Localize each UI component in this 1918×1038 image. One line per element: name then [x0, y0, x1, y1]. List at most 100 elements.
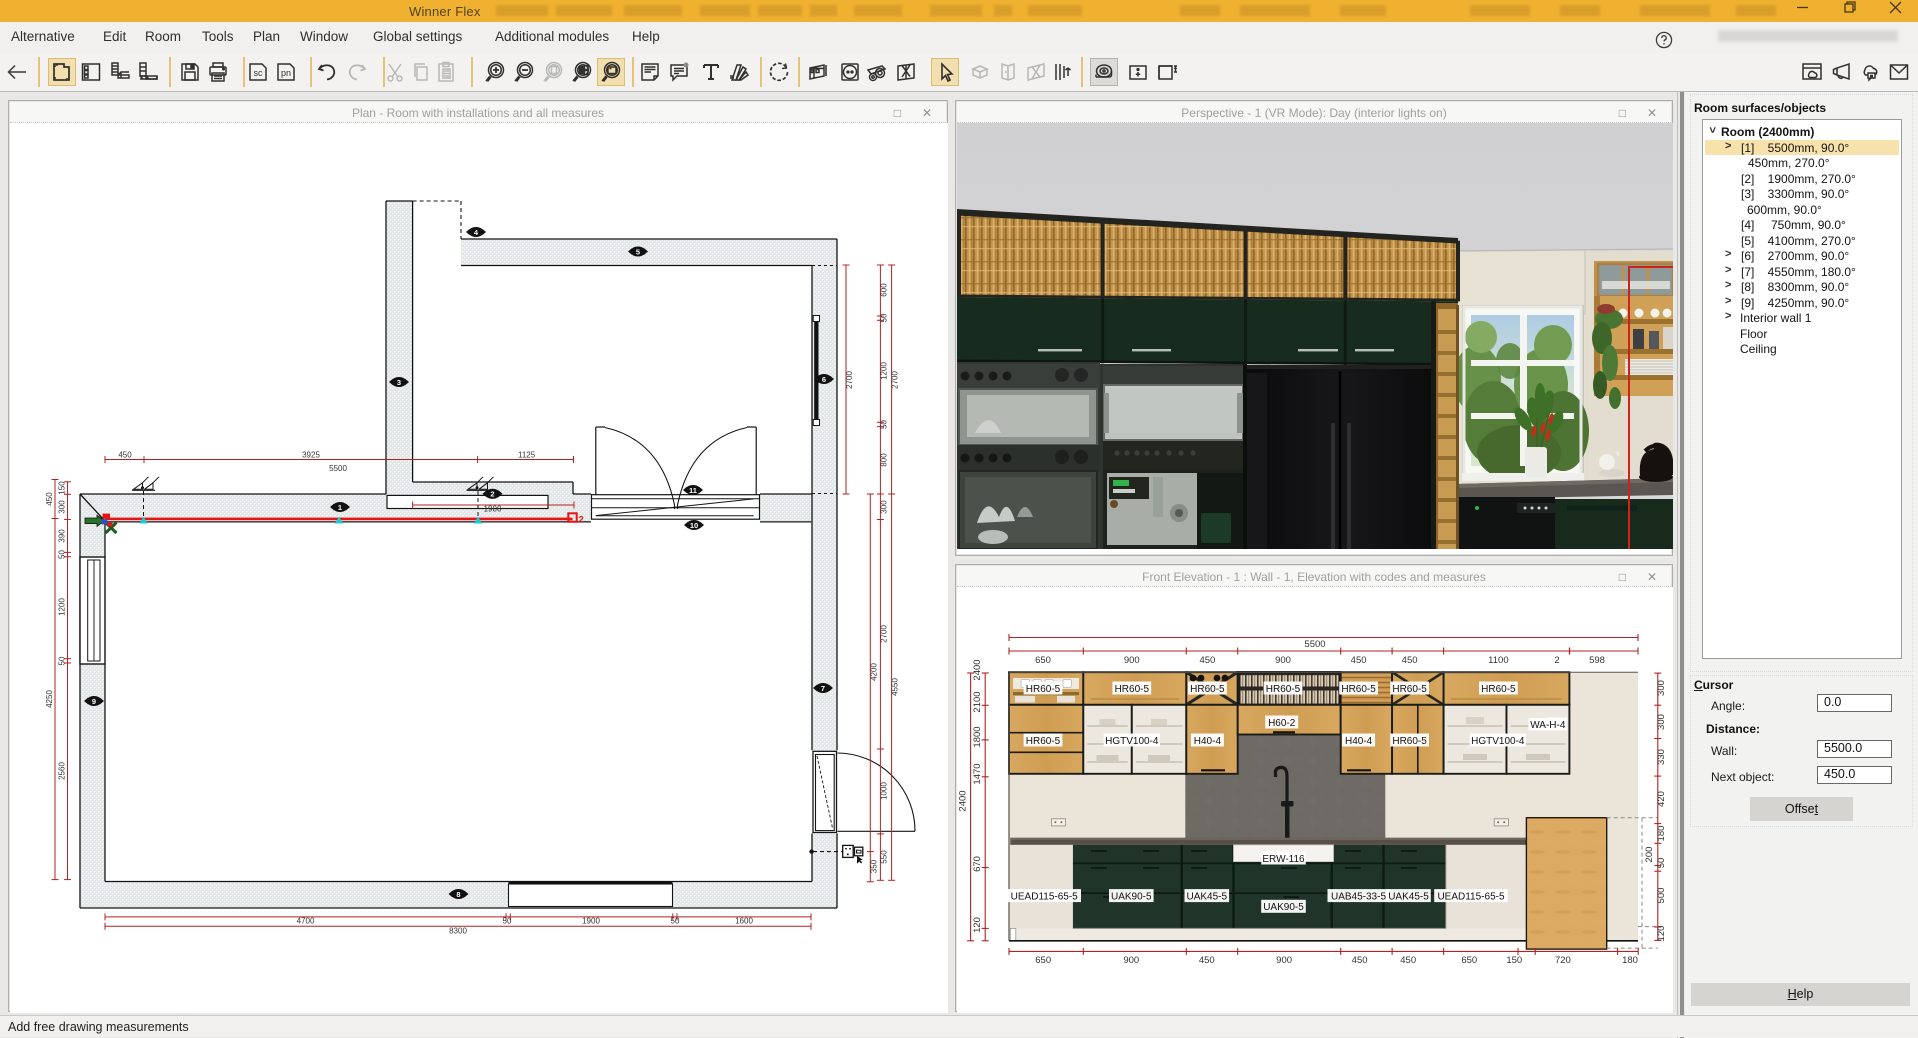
svg-text:330: 330: [1656, 749, 1667, 765]
svg-text:1600: 1600: [735, 917, 753, 926]
svg-text:HR60-5: HR60-5: [1115, 684, 1150, 695]
svg-text:H40-4: H40-4: [1345, 736, 1373, 747]
svg-text:550: 550: [880, 850, 889, 864]
svg-text:350: 350: [869, 859, 878, 873]
svg-text:420: 420: [1656, 791, 1667, 807]
svg-text:UEAD115-65-5: UEAD115-65-5: [1437, 891, 1505, 902]
svg-text:1900: 1900: [484, 505, 502, 514]
svg-text:2700: 2700: [845, 371, 854, 389]
svg-text:300: 300: [880, 500, 889, 514]
svg-text:UAK90-5: UAK90-5: [1263, 902, 1304, 913]
svg-text:UAK45-5: UAK45-5: [1187, 891, 1228, 902]
svg-text:650: 650: [1035, 955, 1051, 966]
svg-text:UAK45-5: UAK45-5: [1388, 891, 1429, 902]
svg-text:720: 720: [1555, 955, 1571, 966]
svg-text:50: 50: [58, 550, 67, 559]
svg-text:HR60-5: HR60-5: [1341, 684, 1376, 695]
svg-text:300: 300: [1656, 680, 1667, 696]
svg-text:4200: 4200: [869, 663, 878, 681]
svg-text:450: 450: [1402, 655, 1418, 666]
svg-text:3: 3: [397, 378, 401, 387]
svg-text:HGTV100-4: HGTV100-4: [1471, 736, 1525, 747]
svg-text:ERW-116: ERW-116: [1262, 854, 1305, 865]
svg-text:650: 650: [1461, 955, 1477, 966]
svg-text:2: 2: [1554, 655, 1559, 666]
svg-text:450: 450: [1199, 955, 1215, 966]
svg-text:1: 1: [338, 503, 342, 512]
svg-text:2560: 2560: [58, 762, 67, 780]
svg-text:5: 5: [636, 247, 640, 256]
svg-text:300: 300: [58, 500, 67, 514]
svg-text:6: 6: [822, 375, 826, 384]
svg-text:HR60-5: HR60-5: [1266, 684, 1301, 695]
svg-text:HGTV100-4: HGTV100-4: [1105, 736, 1159, 747]
svg-text:180: 180: [1622, 955, 1638, 966]
svg-text:4700: 4700: [297, 917, 315, 926]
svg-text:900: 900: [1276, 955, 1292, 966]
svg-text:2700: 2700: [880, 625, 889, 643]
svg-text:600: 600: [880, 283, 889, 297]
svg-text:2700: 2700: [891, 371, 900, 389]
svg-text:800: 800: [880, 453, 889, 467]
svg-text:1900: 1900: [582, 917, 600, 926]
svg-text:500: 500: [1656, 888, 1667, 904]
svg-text:5500: 5500: [329, 464, 347, 473]
svg-text:50: 50: [1656, 858, 1667, 869]
svg-text:150: 150: [58, 481, 67, 495]
svg-text:10: 10: [690, 521, 698, 530]
svg-text:9: 9: [92, 697, 96, 706]
svg-text:450: 450: [1351, 655, 1367, 666]
svg-text:8: 8: [456, 890, 460, 899]
svg-text:4250: 4250: [45, 690, 54, 708]
svg-text:1470: 1470: [972, 763, 983, 784]
svg-text:WA-H-4: WA-H-4: [1530, 720, 1566, 731]
svg-text:11: 11: [689, 486, 697, 495]
svg-text:150: 150: [1506, 955, 1522, 966]
svg-text:2400: 2400: [972, 659, 983, 680]
svg-text:200: 200: [1644, 847, 1655, 863]
svg-text:50: 50: [58, 656, 67, 665]
svg-text:HR60-5: HR60-5: [1392, 684, 1427, 695]
svg-text:50: 50: [880, 313, 889, 322]
svg-text:120: 120: [1656, 926, 1667, 942]
svg-text:H40-4: H40-4: [1194, 736, 1222, 747]
svg-text:2100: 2100: [972, 691, 983, 712]
svg-text:3925: 3925: [302, 451, 320, 460]
svg-text:UAB45-33-5: UAB45-33-5: [1331, 891, 1386, 902]
svg-text:2: 2: [579, 515, 584, 526]
svg-text:sc: sc: [254, 68, 264, 78]
svg-text:UEAD115-65-5: UEAD115-65-5: [1011, 891, 1079, 902]
svg-text:1800: 1800: [972, 726, 983, 747]
svg-text:2: 2: [490, 490, 494, 499]
svg-text:450: 450: [45, 492, 54, 506]
svg-text:450: 450: [1400, 955, 1416, 966]
svg-text:1200: 1200: [880, 362, 889, 380]
svg-text:HR60-5: HR60-5: [1190, 684, 1225, 695]
svg-text:450: 450: [1199, 655, 1215, 666]
svg-text:180: 180: [1656, 826, 1667, 842]
svg-text:670: 670: [972, 856, 983, 872]
svg-text:50: 50: [503, 917, 512, 926]
svg-text:HR60-5: HR60-5: [1481, 684, 1516, 695]
svg-text:50: 50: [671, 917, 680, 926]
svg-text:HR60-5: HR60-5: [1026, 736, 1061, 747]
svg-text:120: 120: [972, 917, 983, 933]
svg-text:650: 650: [1035, 655, 1051, 666]
svg-text:390: 390: [58, 529, 67, 543]
svg-text:450: 450: [1352, 955, 1368, 966]
svg-text:pn: pn: [281, 68, 291, 78]
svg-text:7: 7: [821, 684, 825, 693]
svg-text:8300: 8300: [449, 927, 467, 936]
svg-text:HR60-5: HR60-5: [1392, 736, 1427, 747]
svg-text:300: 300: [1656, 714, 1667, 730]
svg-text:1125: 1125: [518, 451, 536, 460]
svg-text:1100: 1100: [1488, 655, 1508, 666]
svg-text:50: 50: [880, 420, 889, 429]
svg-text:598: 598: [1589, 655, 1605, 666]
svg-text:2400: 2400: [958, 790, 969, 811]
svg-text:900: 900: [1124, 655, 1140, 666]
svg-text:1200: 1200: [58, 598, 67, 616]
svg-text:UAK90-5: UAK90-5: [1111, 891, 1152, 902]
svg-text:4550: 4550: [891, 678, 900, 696]
svg-text:900: 900: [1275, 655, 1291, 666]
